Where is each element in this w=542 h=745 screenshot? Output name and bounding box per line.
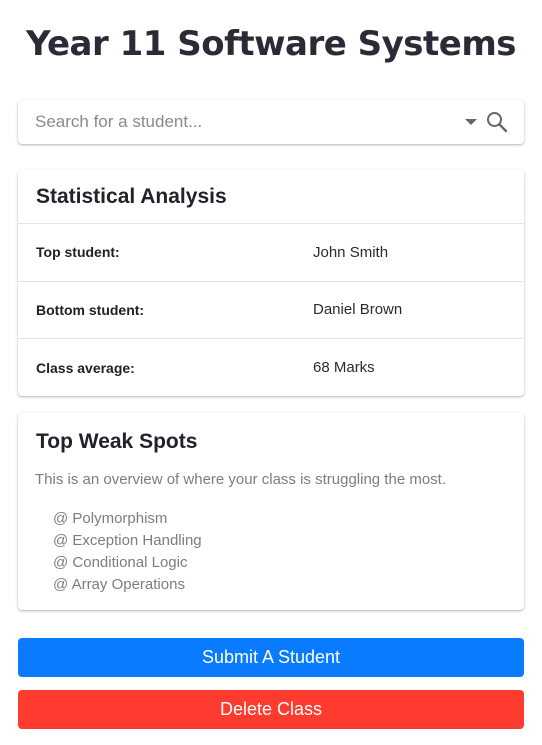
caret-down-icon[interactable] [462, 112, 480, 132]
page: Year 11 Software Systems Statistical Ana… [0, 0, 542, 745]
list-item: @ Conditional Logic [53, 554, 188, 571]
stat-value: 68 Marks [313, 359, 375, 377]
weak-spots-list: @ Polymorphism @ Exception Handling @ Co… [53, 508, 202, 596]
stats-title: Statistical Analysis [36, 184, 227, 208]
stat-label: Class average: [36, 359, 135, 376]
stat-row-bottom-student: Bottom student: Daniel Brown [18, 282, 524, 339]
statistical-analysis-card: Statistical Analysis Top student: John S… [18, 170, 524, 396]
stat-row-class-average: Class average: 68 Marks [18, 339, 524, 397]
stat-label: Bottom student: [36, 301, 145, 318]
weak-spots-description: This is an overview of where your class … [35, 471, 446, 488]
search-input[interactable] [18, 100, 458, 144]
stat-value: Daniel Brown [313, 301, 403, 319]
list-item: @ Exception Handling [53, 532, 202, 549]
stat-value: John Smith [313, 243, 389, 261]
submit-student-button[interactable]: Submit A Student [18, 638, 524, 677]
page-title: Year 11 Software Systems [25, 24, 517, 64]
weak-spots-title: Top Weak Spots [36, 430, 198, 453]
student-search-box [18, 100, 524, 144]
list-item: @ Polymorphism [53, 510, 168, 527]
stats-header: Statistical Analysis [18, 170, 524, 224]
search-icon[interactable] [485, 110, 509, 134]
stat-row-top-student: Top student: John Smith [18, 224, 524, 282]
stat-label: Top student: [36, 244, 120, 261]
list-item: @ Array Operations [53, 576, 185, 593]
delete-class-button[interactable]: Delete Class [18, 690, 524, 729]
weak-spots-card: Top Weak Spots This is an overview of wh… [18, 413, 524, 610]
